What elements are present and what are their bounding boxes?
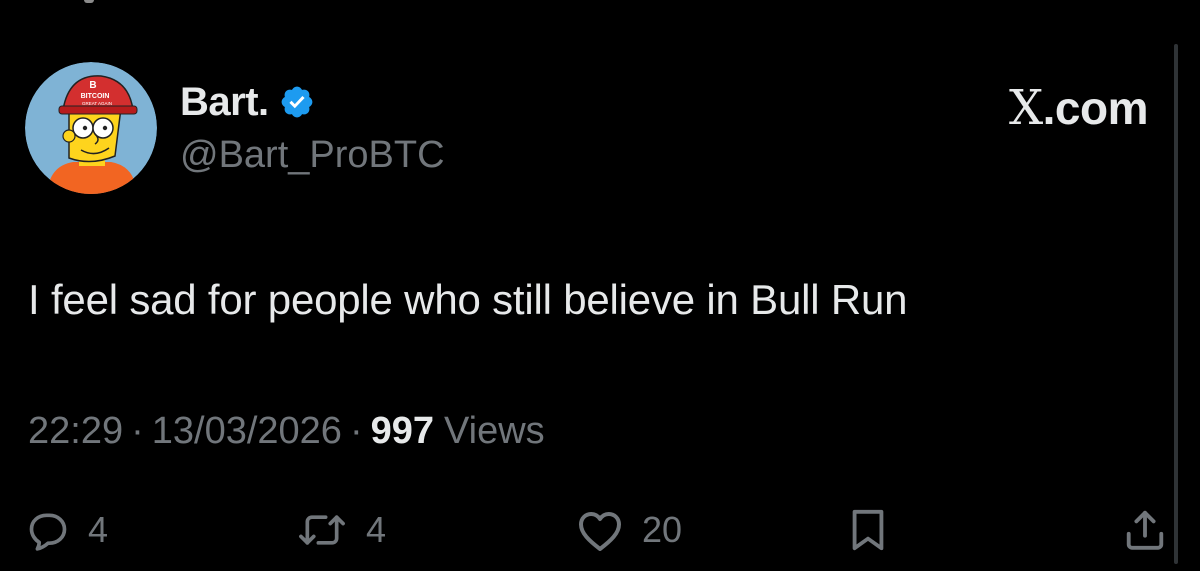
brand-suffix: .com xyxy=(1042,82,1149,134)
repost-icon xyxy=(296,508,348,552)
avatar-image: B BITCOIN GREAT AGAIN xyxy=(25,62,157,194)
like-count: 20 xyxy=(642,509,683,550)
views-label[interactable]: Views xyxy=(444,410,545,453)
tweet-meta: 22:29 · 13/03/2026 · 997 Views xyxy=(28,410,545,453)
bookmark-button[interactable] xyxy=(848,500,888,560)
x-logo-letter: X xyxy=(1008,80,1043,136)
avatar[interactable]: B BITCOIN GREAT AGAIN xyxy=(25,62,157,194)
display-name[interactable]: Bart. xyxy=(180,80,269,125)
bookmark-icon xyxy=(848,507,888,553)
author-handle[interactable]: @Bart_ProBTC xyxy=(180,134,445,177)
repost-count: 4 xyxy=(366,509,387,550)
reply-count: 4 xyxy=(88,509,109,550)
reply-button[interactable]: 4 xyxy=(26,500,108,560)
action-bar: 4 4 20 xyxy=(0,500,1200,560)
top-edge-mark xyxy=(84,0,94,3)
svg-text:GREAT AGAIN: GREAT AGAIN xyxy=(82,101,112,106)
repost-button[interactable]: 4 xyxy=(296,500,386,560)
brand-logo: X .com xyxy=(1008,80,1149,136)
svg-text:B: B xyxy=(89,80,96,91)
tweet-time[interactable]: 22:29 xyxy=(28,410,123,453)
heart-icon xyxy=(576,508,624,552)
share-icon xyxy=(1122,506,1168,554)
tweet-text: I feel sad for people who still believe … xyxy=(28,276,908,323)
views-count[interactable]: 997 xyxy=(371,410,434,453)
like-button[interactable]: 20 xyxy=(576,500,682,560)
tweet-date[interactable]: 13/03/2026 xyxy=(152,410,342,453)
share-button[interactable] xyxy=(1122,500,1168,560)
svg-text:BITCOIN: BITCOIN xyxy=(81,93,110,100)
meta-separator: · xyxy=(131,410,144,452)
verified-badge-icon[interactable] xyxy=(279,84,315,120)
meta-separator: · xyxy=(349,410,363,452)
reply-icon xyxy=(26,508,70,552)
scrollbar[interactable] xyxy=(1174,44,1178,564)
author-block: Bart. @Bart_ProBTC xyxy=(180,78,445,177)
